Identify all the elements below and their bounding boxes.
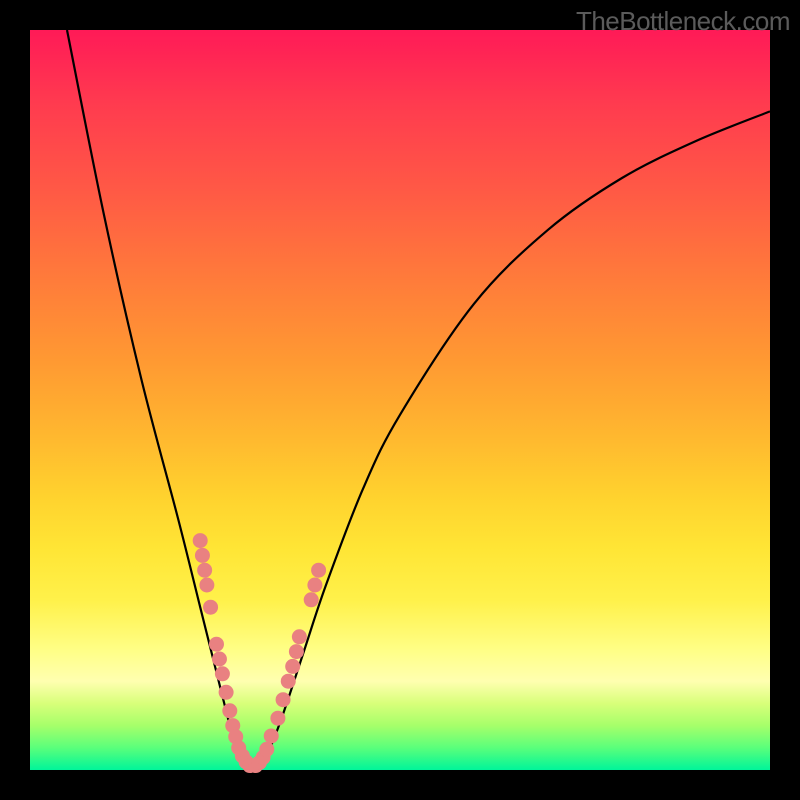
watermark-text: TheBottleneck.com [576, 6, 790, 37]
scatter-dot [289, 644, 304, 659]
scatter-dot [259, 742, 274, 757]
chart-svg [30, 30, 770, 770]
scatter-dot [276, 692, 291, 707]
plot-area [30, 30, 770, 770]
scatter-dot [215, 666, 230, 681]
scatter-dot [197, 563, 212, 578]
scatter-dot [304, 592, 319, 607]
scatter-dot [209, 637, 224, 652]
scatter-dot [203, 600, 218, 615]
scatter-dot [199, 578, 214, 593]
bottleneck-curve [67, 30, 770, 770]
scatter-dot [222, 703, 237, 718]
scatter-dot [193, 533, 208, 548]
chart-frame: TheBottleneck.com [0, 0, 800, 800]
scatter-dot [311, 563, 326, 578]
scatter-dot [270, 711, 285, 726]
scatter-dot [264, 728, 279, 743]
scatter-dot [285, 659, 300, 674]
scatter-dot [219, 685, 234, 700]
scatter-dot [281, 674, 296, 689]
scatter-dot [195, 548, 210, 563]
scatter-dot [292, 629, 307, 644]
scatter-dot [212, 652, 227, 667]
scatter-dot [307, 578, 322, 593]
